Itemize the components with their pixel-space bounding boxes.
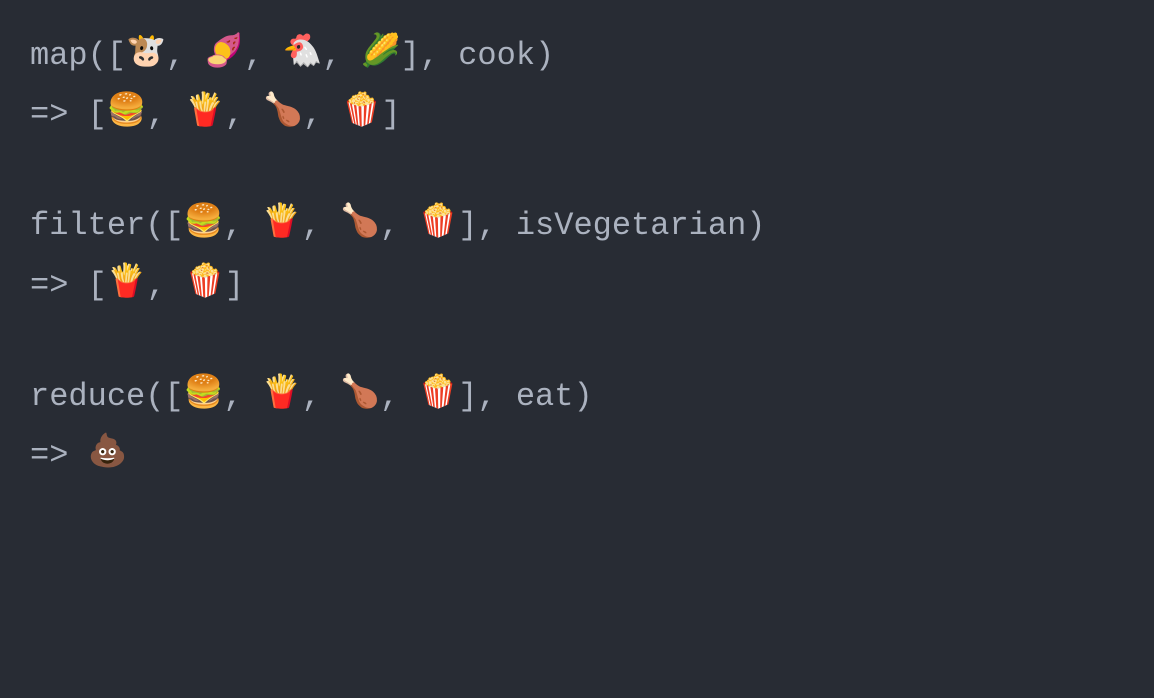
result-close: ] xyxy=(381,96,400,133)
poop-icon: 💩 xyxy=(88,427,128,478)
separator: , xyxy=(147,267,185,304)
separator: , xyxy=(147,96,185,133)
map-result-line: => [🍔, 🍟, 🍗, 🍿] xyxy=(30,89,1124,140)
burger-icon: 🍔 xyxy=(184,368,224,419)
popcorn-icon: 🍿 xyxy=(418,368,458,419)
separator: , xyxy=(225,96,263,133)
fries-icon: 🍟 xyxy=(107,257,147,308)
open-bracket: ([ xyxy=(88,37,126,74)
reduce-call-line: reduce([🍔, 🍟, 🍗, 🍿], eat) xyxy=(30,371,1124,422)
cow-icon: 🐮 xyxy=(126,27,166,78)
fries-icon: 🍟 xyxy=(262,197,302,248)
separator: , xyxy=(223,378,261,415)
close-paren: ) xyxy=(746,208,765,245)
popcorn-icon: 🍿 xyxy=(342,86,382,137)
separator: , xyxy=(166,37,204,74)
arrow: => xyxy=(30,267,88,304)
drumstick-icon: 🍗 xyxy=(340,197,380,248)
func-name: reduce xyxy=(30,378,145,415)
close-args: ], xyxy=(401,37,459,74)
arrow: => xyxy=(30,96,88,133)
corn-icon: 🌽 xyxy=(361,27,401,78)
separator: , xyxy=(302,378,340,415)
filter-example: filter([🍔, 🍟, 🍗, 🍿], isVegetarian) => [🍟… xyxy=(30,200,1124,310)
separator: , xyxy=(303,96,341,133)
separator: , xyxy=(302,208,340,245)
close-args: ], xyxy=(458,208,516,245)
drumstick-icon: 🍗 xyxy=(263,86,303,137)
separator: , xyxy=(223,208,261,245)
callback-name: eat xyxy=(516,378,574,415)
open-bracket: ([ xyxy=(145,208,183,245)
close-paren: ) xyxy=(535,37,554,74)
close-args: ], xyxy=(458,378,516,415)
func-name: filter xyxy=(30,208,145,245)
drumstick-icon: 🍗 xyxy=(340,368,380,419)
open-bracket: ([ xyxy=(145,378,183,415)
popcorn-icon: 🍿 xyxy=(185,257,225,308)
burger-icon: 🍔 xyxy=(184,197,224,248)
burger-icon: 🍔 xyxy=(107,86,147,137)
callback-name: isVegetarian xyxy=(516,208,746,245)
filter-result-line: => [🍟, 🍿] xyxy=(30,260,1124,311)
popcorn-icon: 🍿 xyxy=(418,197,458,248)
fries-icon: 🍟 xyxy=(262,368,302,419)
result-open: [ xyxy=(88,96,107,133)
filter-call-line: filter([🍔, 🍟, 🍗, 🍿], isVegetarian) xyxy=(30,200,1124,251)
callback-name: cook xyxy=(458,37,535,74)
close-paren: ) xyxy=(573,378,592,415)
reduce-example: reduce([🍔, 🍟, 🍗, 🍿], eat) => 💩 xyxy=(30,371,1124,481)
map-call-line: map([🐮, 🍠, 🐔, 🌽], cook) xyxy=(30,30,1124,81)
separator: , xyxy=(244,37,282,74)
reduce-result-line: => 💩 xyxy=(30,430,1124,481)
fries-icon: 🍟 xyxy=(185,86,225,137)
chicken-icon: 🐔 xyxy=(283,27,323,78)
result-close: ] xyxy=(225,267,244,304)
separator: , xyxy=(322,37,360,74)
func-name: map xyxy=(30,37,88,74)
result-open: [ xyxy=(88,267,107,304)
separator: , xyxy=(380,378,418,415)
map-example: map([🐮, 🍠, 🐔, 🌽], cook) => [🍔, 🍟, 🍗, 🍿] xyxy=(30,30,1124,140)
arrow: => xyxy=(30,437,88,474)
separator: , xyxy=(380,208,418,245)
sweet-potato-icon: 🍠 xyxy=(204,27,244,78)
